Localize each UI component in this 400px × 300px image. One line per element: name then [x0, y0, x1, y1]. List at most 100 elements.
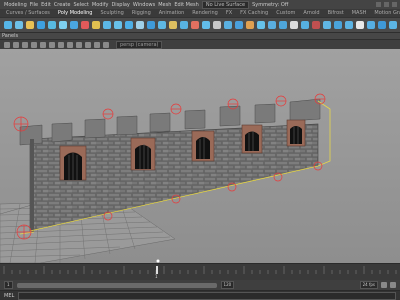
shelf-tool-icon[interactable] [235, 21, 243, 29]
shelf-tool-icon[interactable] [180, 21, 188, 29]
shelf-tool-icon[interactable] [26, 21, 34, 29]
shelf-tab[interactable]: Sculpting [100, 10, 123, 16]
shelf-tab[interactable]: Arnold [303, 10, 319, 16]
menu-item[interactable]: Select [73, 2, 88, 8]
shelf-tool-icon[interactable] [4, 21, 12, 29]
live-surface-field[interactable]: No Live Surface [201, 0, 250, 9]
light-icon[interactable] [58, 41, 64, 48]
shelf-tool-icon[interactable] [356, 21, 364, 29]
shelf-tool-icon[interactable] [191, 21, 199, 29]
symmetry-label[interactable]: Symmetry: Off [252, 2, 288, 8]
panel-menu-bar: Panels [0, 33, 400, 40]
shelf-tool-icon[interactable] [59, 21, 67, 29]
shelf-tool-icon[interactable] [224, 21, 232, 29]
shelf-tool-icon[interactable] [70, 21, 78, 29]
grid-icon[interactable] [22, 41, 28, 48]
menu-item[interactable]: Display [111, 2, 129, 8]
menu-item[interactable]: Create [54, 2, 71, 8]
menu-item[interactable]: File [30, 2, 38, 8]
shelf-tool-icon[interactable] [257, 21, 265, 29]
shelf-tool-icon[interactable] [202, 21, 210, 29]
range-slider-bar: 1 120 24 fps [0, 280, 400, 290]
film-gate-icon[interactable] [103, 41, 109, 48]
xray-icon[interactable] [85, 41, 91, 48]
shelf-tool-icon[interactable] [81, 21, 89, 29]
shelf-tool-icon[interactable] [136, 21, 144, 29]
menu-item[interactable]: Modeling [4, 2, 27, 8]
shelf-tool-icon[interactable] [279, 21, 287, 29]
resolution-gate-icon[interactable] [94, 41, 100, 48]
preferences-icon[interactable] [390, 282, 396, 288]
wall-window [130, 137, 156, 171]
shelf-toolbar [0, 17, 400, 33]
time-ruler[interactable] [0, 266, 400, 274]
perspective-viewport[interactable] [0, 49, 400, 263]
menu-item[interactable]: Mesh [158, 2, 171, 8]
shelf-tool-icon[interactable] [147, 21, 155, 29]
isolate-icon[interactable] [76, 41, 82, 48]
texture-icon[interactable] [49, 41, 55, 48]
shelf-tool-icon[interactable] [169, 21, 177, 29]
wireframe-icon[interactable] [31, 41, 37, 48]
wall-window [191, 130, 215, 162]
fps-field[interactable]: 24 fps [359, 281, 378, 289]
shelf-tool-icon[interactable] [92, 21, 100, 29]
menu-item[interactable]: Edit [41, 2, 51, 8]
close-icon[interactable] [392, 2, 397, 7]
shelf-tool-icon[interactable] [378, 21, 386, 29]
shelf-tool-icon[interactable] [103, 21, 111, 29]
menu-item[interactable]: Windows [133, 2, 155, 8]
smooth-shade-icon[interactable] [40, 41, 46, 48]
camera-icon[interactable] [4, 41, 10, 48]
shelf-tab[interactable]: Custom [276, 10, 295, 16]
shelf-tab[interactable]: Rendering [192, 10, 218, 16]
shelf-tool-icon[interactable] [389, 21, 397, 29]
menu-item[interactable]: Edit Mesh [174, 2, 198, 8]
shelf-tool-icon[interactable] [37, 21, 45, 29]
current-frame: 1 [155, 274, 158, 279]
window-controls [376, 2, 397, 7]
shelf-tool-icon[interactable] [301, 21, 309, 29]
shelf-tool-icon[interactable] [345, 21, 353, 29]
shelf-tab[interactable]: FX [226, 10, 232, 16]
shelf-tool-icon[interactable] [48, 21, 56, 29]
main-menubar: Modeling File Edit Create Select Modify … [0, 0, 400, 9]
lock-icon[interactable] [13, 41, 19, 48]
maximize-icon[interactable] [384, 2, 389, 7]
menu-item[interactable]: Modify [92, 2, 109, 8]
panels-menu[interactable]: Panels [2, 33, 18, 39]
shelf-tab[interactable]: Motion Graphics [374, 10, 400, 16]
shelf-tool-icon[interactable] [268, 21, 276, 29]
shelf-tool-icon[interactable] [334, 21, 342, 29]
camera-field[interactable]: persp (camera) [116, 40, 163, 49]
shelf-tab[interactable]: Animation [159, 10, 185, 16]
viewport-canvas[interactable] [0, 49, 400, 263]
shelf-tool-icon[interactable] [114, 21, 122, 29]
shelf-tab[interactable]: MASH [352, 10, 367, 16]
command-line: MEL [0, 290, 400, 300]
mel-label[interactable]: MEL [4, 293, 14, 299]
shelf-tool-icon[interactable] [15, 21, 23, 29]
range-slider[interactable] [16, 282, 217, 288]
shadow-icon[interactable] [67, 41, 73, 48]
shelf-tool-icon[interactable] [367, 21, 375, 29]
shelf-tool-icon[interactable] [246, 21, 254, 29]
shelf-tool-icon[interactable] [125, 21, 133, 29]
minimize-icon[interactable] [376, 2, 381, 7]
range-end-field[interactable]: 120 [220, 281, 235, 289]
auto-key-icon[interactable] [381, 282, 387, 288]
shelf-tab[interactable]: FX Caching [240, 10, 268, 16]
shelf-tab[interactable]: Curves / Surfaces [6, 10, 50, 16]
time-slider[interactable]: 1 [0, 263, 400, 280]
shelf-tool-icon[interactable] [312, 21, 320, 29]
shelf-tool-icon[interactable] [213, 21, 221, 29]
shelf-tabs: Curves / Surfaces Poly Modeling Sculpting R… [0, 9, 400, 17]
shelf-tool-icon[interactable] [323, 21, 331, 29]
shelf-tab[interactable]: Poly Modeling [58, 10, 93, 16]
shelf-tab[interactable]: Bifrost [328, 10, 344, 16]
command-input[interactable] [18, 291, 396, 300]
range-start-field[interactable]: 1 [4, 281, 13, 289]
shelf-tool-icon[interactable] [290, 21, 298, 29]
shelf-tab[interactable]: Rigging [132, 10, 151, 16]
shelf-tool-icon[interactable] [158, 21, 166, 29]
